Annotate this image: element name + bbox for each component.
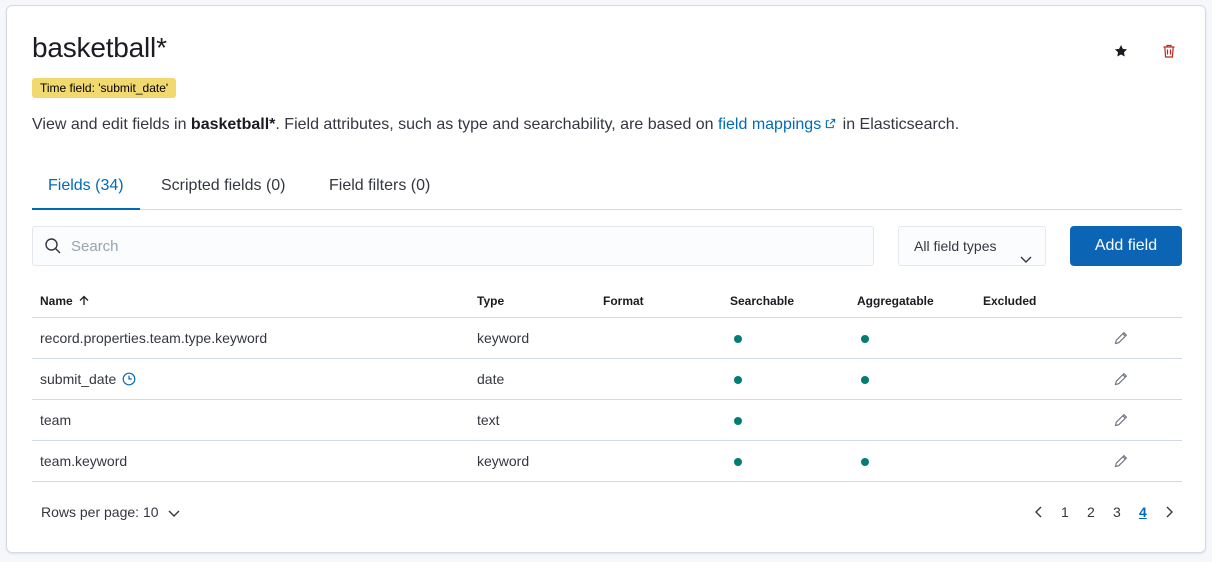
pattern-name: basketball* <box>190 116 276 134</box>
pencil-icon[interactable] <box>1113 330 1129 346</box>
time-field-badge: Time field: 'submit_date' <box>32 78 177 98</box>
column-header-format[interactable]: Format <box>603 294 644 308</box>
search-box <box>32 226 874 266</box>
page-2-button[interactable]: 2 <box>1087 504 1095 520</box>
column-header-excluded[interactable]: Excluded <box>983 294 1036 308</box>
field-name: team.keyword <box>40 453 128 469</box>
searchable-dot <box>734 335 742 343</box>
add-field-button[interactable]: Add field <box>1070 226 1182 266</box>
column-header-searchable[interactable]: Searchable <box>730 294 794 308</box>
page-4-button[interactable]: 4 <box>1139 504 1147 520</box>
chevron-down-icon <box>1019 240 1033 278</box>
field-name: submit_date <box>40 371 117 387</box>
column-header-aggregatable[interactable]: Aggregatable <box>857 294 934 308</box>
table-row: submit_date date <box>32 359 1182 400</box>
page-1-button[interactable]: 1 <box>1061 504 1069 520</box>
search-input[interactable] <box>71 227 861 265</box>
aggregatable-dot <box>861 376 869 384</box>
searchable-dot <box>734 458 742 466</box>
index-pattern-panel: basketball* Time field: 'submit_date' Vi… <box>6 5 1206 553</box>
chevron-down-icon <box>167 505 181 521</box>
field-type: date <box>477 371 505 387</box>
tab-field-filters[interactable]: Field filters (0) <box>313 168 446 210</box>
chevron-left-icon[interactable] <box>1034 504 1044 520</box>
search-icon <box>44 237 62 260</box>
chevron-right-icon[interactable] <box>1164 504 1174 520</box>
pencil-icon[interactable] <box>1113 453 1129 469</box>
field-name-cell: submit_date <box>40 371 136 387</box>
page-description: View and edit fields in basketball*. Fie… <box>32 116 960 134</box>
external-link-icon <box>825 116 836 134</box>
aggregatable-dot <box>861 335 869 343</box>
fields-table: Name Type Format Searchable Aggregatable… <box>32 284 1182 482</box>
tab-bar: Fields (34) Scripted fields (0) Field fi… <box>32 168 1182 210</box>
column-header-type[interactable]: Type <box>477 294 504 308</box>
searchable-dot <box>734 376 742 384</box>
table-row: team text <box>32 400 1182 441</box>
clock-icon <box>122 372 136 386</box>
rows-per-page-button[interactable]: Rows per page: 10 <box>41 504 181 521</box>
trash-icon[interactable] <box>1158 40 1180 62</box>
field-type-select[interactable]: All field types <box>898 226 1046 266</box>
searchable-dot <box>734 417 742 425</box>
sort-arrow-up-icon <box>79 295 89 305</box>
star-icon[interactable] <box>1110 40 1132 62</box>
field-name: team <box>40 412 72 428</box>
table-row: team.keyword keyword <box>32 441 1182 482</box>
page-title: basketball* <box>32 32 167 63</box>
pencil-icon[interactable] <box>1113 412 1129 428</box>
field-type: keyword <box>477 330 530 346</box>
field-name: record.properties.team.type.keyword <box>40 330 268 346</box>
table-row: record.properties.team.type.keyword keyw… <box>32 318 1182 359</box>
tab-scripted-fields[interactable]: Scripted fields (0) <box>145 168 302 210</box>
field-type: text <box>477 412 500 428</box>
aggregatable-dot <box>861 458 869 466</box>
page-3-button[interactable]: 3 <box>1113 504 1121 520</box>
column-header-name[interactable]: Name <box>40 294 89 308</box>
field-type: keyword <box>477 453 530 469</box>
field-type-select-value: All field types <box>914 238 997 254</box>
pencil-icon[interactable] <box>1113 371 1129 387</box>
table-header: Name Type Format Searchable Aggregatable… <box>32 284 1182 318</box>
tab-fields[interactable]: Fields (34) <box>32 168 140 210</box>
field-mappings-link[interactable]: field mappings <box>718 116 821 133</box>
